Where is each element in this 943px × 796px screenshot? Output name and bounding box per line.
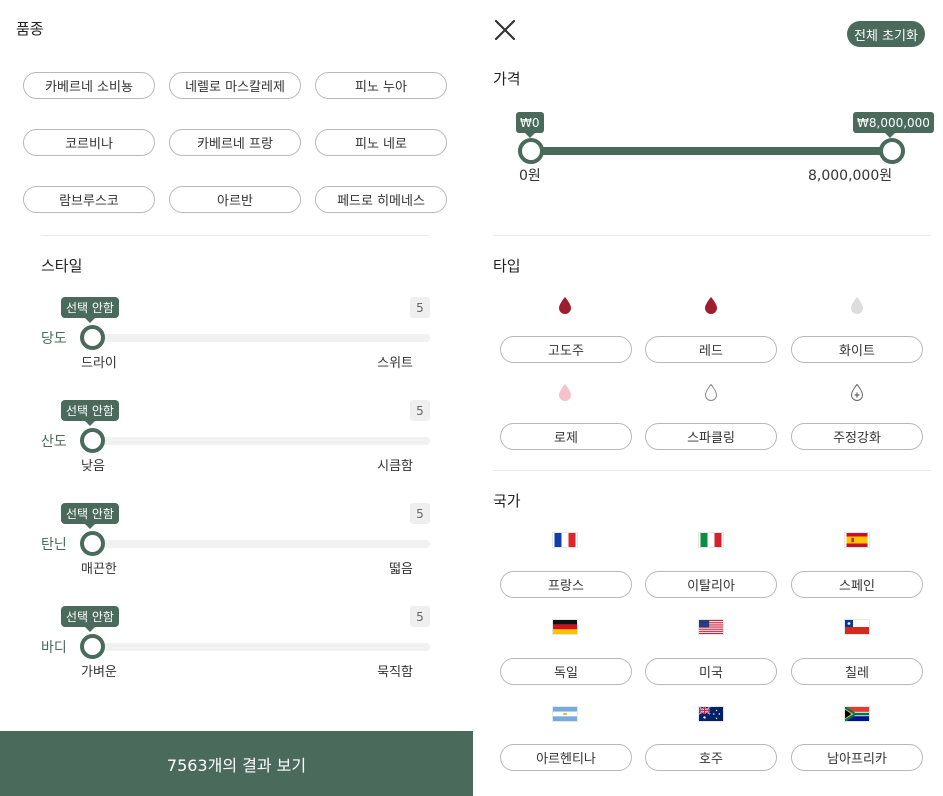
show-results-button[interactable]: 7563개의 결과 보기 — [0, 731, 473, 796]
price-range-track[interactable] — [530, 147, 893, 155]
drop-icon — [698, 296, 724, 314]
drop-icon — [844, 296, 870, 314]
slider-min-label: 매끈한 — [81, 562, 117, 577]
filter-left-panel: 품종 카베르네 소비뇽 네렐로 마스칼레제 피노 누아 코르비나 카베르네 프랑… — [0, 0, 473, 796]
country-chip[interactable]: 칠레 — [791, 658, 923, 685]
country-chip[interactable]: 이탈리아 — [645, 571, 777, 598]
variety-chip[interactable]: 람브루스코 — [23, 186, 155, 213]
slider-handle[interactable] — [80, 325, 105, 350]
slider-track[interactable] — [82, 540, 430, 548]
australia-flag-icon — [698, 705, 724, 723]
type-chip[interactable]: 화이트 — [791, 336, 923, 363]
country-chip[interactable]: 아르헨티나 — [500, 744, 632, 771]
slider-max-label: 시큼함 — [377, 459, 413, 474]
usa-flag-icon — [698, 618, 724, 636]
type-section-title: 타입 — [493, 257, 521, 275]
variety-chip-grid: 카베르네 소비뇽 네렐로 마스칼레제 피노 누아 코르비나 카베르네 프랑 피노… — [23, 72, 448, 243]
slider-max-label: 스위트 — [377, 356, 413, 371]
price-max-label: 8,000,000원 — [808, 168, 893, 184]
slider-track[interactable] — [82, 643, 430, 651]
slider-min-label: 낮음 — [81, 459, 105, 474]
drop-icon — [552, 296, 578, 314]
close-icon[interactable] — [493, 18, 517, 42]
filter-right-panel: 전체 초기화 가격 ₩0 ₩8,000,000 0원 8,000,000원 타입… — [473, 0, 943, 796]
slider-track[interactable] — [82, 437, 430, 445]
type-chip[interactable]: 주정강화 — [791, 423, 923, 450]
country-chip[interactable]: 프랑스 — [500, 571, 632, 598]
variety-chip[interactable]: 카베르네 프랑 — [169, 129, 301, 156]
body-slider: 선택 안함 5 바디 가벼운 묵직함 — [0, 606, 473, 696]
variety-chip[interactable]: 카베르네 소비뇽 — [23, 72, 155, 99]
price-section-title: 가격 — [493, 70, 521, 88]
variety-row: 코르비나 카베르네 프랑 피노 네로 — [23, 129, 448, 186]
section-divider — [493, 235, 931, 236]
country-chip[interactable]: 남아프리카 — [791, 744, 923, 771]
slider-handle[interactable] — [80, 634, 105, 659]
slider-track[interactable] — [82, 334, 430, 342]
slider-label: 산도 — [41, 434, 67, 450]
slider-max-label: 묵직함 — [377, 665, 413, 680]
type-chip[interactable]: 고도주 — [500, 336, 632, 363]
acidity-slider: 선택 안함 5 산도 낮음 시큼함 — [0, 400, 473, 490]
slider-count: 5 — [410, 297, 430, 318]
variety-chip[interactable]: 코르비나 — [23, 129, 155, 156]
germany-flag-icon — [552, 618, 578, 636]
variety-section-title: 품종 — [16, 20, 44, 38]
slider-max-label: 떫음 — [389, 562, 413, 577]
slider-value-badge: 선택 안함 — [61, 606, 119, 632]
price-min-handle[interactable] — [518, 138, 544, 164]
country-chip[interactable]: 독일 — [500, 658, 632, 685]
variety-chip[interactable]: 아르반 — [169, 186, 301, 213]
style-section-title: 스타일 — [41, 257, 83, 275]
slider-handle[interactable] — [80, 428, 105, 453]
price-max-handle[interactable] — [879, 138, 905, 164]
section-divider — [41, 235, 429, 236]
plus-drop-icon — [844, 383, 870, 401]
slider-count: 5 — [410, 400, 430, 421]
slider-label: 탄닌 — [41, 537, 67, 553]
tannin-slider: 선택 안함 5 탄닌 매끈한 떫음 — [0, 503, 473, 593]
sweetness-slider: 선택 안함 5 당도 드라이 스위트 — [0, 297, 473, 387]
drop-icon — [552, 383, 578, 401]
type-chip[interactable]: 레드 — [645, 336, 777, 363]
type-chip[interactable]: 로제 — [500, 423, 632, 450]
variety-row: 카베르네 소비뇽 네렐로 마스칼레제 피노 누아 — [23, 72, 448, 129]
country-chip[interactable]: 미국 — [645, 658, 777, 685]
bubble-drop-icon — [698, 383, 724, 401]
italy-flag-icon — [698, 531, 724, 549]
price-max-badge: ₩8,000,000 — [853, 112, 934, 138]
slider-label: 당도 — [41, 331, 67, 347]
country-chip[interactable]: 호주 — [645, 744, 777, 771]
price-min-badge: ₩0 — [516, 112, 544, 138]
slider-value-badge: 선택 안함 — [61, 503, 119, 529]
slider-count: 5 — [410, 606, 430, 627]
variety-chip[interactable]: 네렐로 마스칼레제 — [169, 72, 301, 99]
slider-handle[interactable] — [80, 531, 105, 556]
price-min-label: 0원 — [519, 168, 541, 184]
variety-chip[interactable]: 피노 네로 — [315, 129, 447, 156]
slider-min-label: 드라이 — [81, 356, 117, 371]
reset-all-button[interactable]: 전체 초기화 — [847, 21, 925, 47]
section-divider — [493, 470, 931, 471]
country-chip[interactable]: 스페인 — [791, 571, 923, 598]
spain-flag-icon — [844, 531, 870, 549]
slider-min-label: 가벼운 — [81, 665, 117, 680]
south-africa-flag-icon — [844, 705, 870, 723]
chile-flag-icon — [844, 618, 870, 636]
variety-chip[interactable]: 피노 누아 — [315, 72, 447, 99]
variety-chip[interactable]: 페드로 히메네스 — [315, 186, 447, 213]
slider-value-badge: 선택 안함 — [61, 400, 119, 426]
france-flag-icon — [552, 531, 578, 549]
argentina-flag-icon — [552, 705, 578, 723]
slider-label: 바디 — [41, 640, 67, 656]
slider-value-badge: 선택 안함 — [61, 297, 119, 323]
type-chip[interactable]: 스파클링 — [645, 423, 777, 450]
slider-count: 5 — [410, 503, 430, 524]
country-section-title: 국가 — [493, 492, 521, 510]
